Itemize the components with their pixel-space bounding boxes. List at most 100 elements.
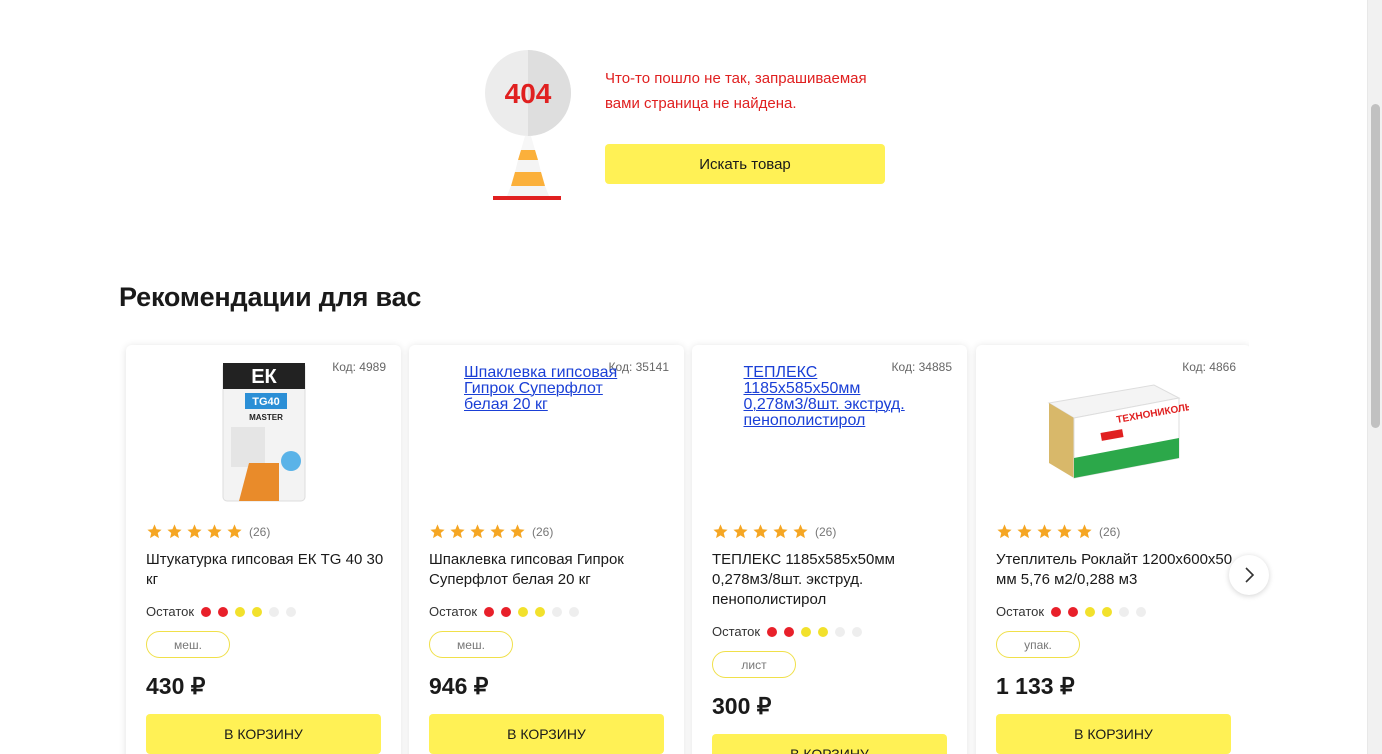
stock-indicator: Остаток [429,604,580,619]
rating-stars: (26) [996,523,1120,540]
error-code: 404 [505,78,552,109]
star-icon [187,524,202,539]
product-card[interactable]: Код: 35141 Шпаклевка гипсовая Гипрок Суп… [409,345,684,754]
star-icon [490,524,505,539]
star-icon [1017,524,1032,539]
unit-selector[interactable]: меш. [146,631,230,658]
star-icon [510,524,525,539]
stock-dot [1136,606,1147,617]
product-name[interactable]: Штукатурка гипсовая ЕК TG 40 30 кг [146,550,386,590]
stock-dot [552,606,563,617]
insulation-pack-image: ТЕХНОНИКОЛЬ [1047,384,1189,479]
add-to-cart-button[interactable]: В КОРЗИНУ [429,714,664,754]
product-card[interactable]: Код: 4989 ЕК TG40 MASTER (26) Штукатурка… [126,345,401,754]
star-icon [1037,524,1052,539]
star-icon [753,524,768,539]
page-scrollbar[interactable] [1367,0,1382,754]
star-icon [227,524,242,539]
stock-dot [501,606,512,617]
stock-label: Остаток [146,604,195,619]
chevron-right-icon [1245,567,1255,583]
star-icon [773,524,788,539]
product-price: 430 ₽ [146,673,206,699]
rating-count: (26) [1099,524,1121,539]
product-price: 946 ₽ [429,673,489,699]
product-image[interactable]: ЕК TG40 MASTER [146,363,381,505]
star-icon [430,524,445,539]
svg-text:ЕК: ЕК [251,366,277,388]
star-icon [997,524,1012,539]
carousel-next-button[interactable] [1229,555,1269,595]
rating-count: (26) [249,524,271,539]
star-icon [713,524,728,539]
product-image-alt[interactable]: Шпаклевка гипсовая Гипрок Суперфлот бела… [464,363,629,413]
stock-dot [484,606,495,617]
recommendations-title: Рекомендации для вас [119,282,422,312]
product-image[interactable]: Шпаклевка гипсовая Гипрок Суперфлот бела… [429,363,664,505]
stock-dot [1119,606,1130,617]
product-price: 300 ₽ [712,693,772,719]
stock-dot [569,606,580,617]
star-icon [1077,524,1092,539]
star-icon [733,524,748,539]
star-icon [793,524,808,539]
rating-stars: (26) [429,523,553,540]
stock-dot [1051,606,1062,617]
search-product-button[interactable]: Искать товар [605,144,885,184]
plaster-bag-image: ЕК TG40 MASTER [222,363,305,502]
stock-dot [252,606,263,617]
rating-count: (26) [532,524,554,539]
error-message: Что-то пошло не так, запрашиваемая вами … [605,70,867,112]
stock-label: Остаток [996,604,1045,619]
stock-dot [818,626,829,637]
stock-dot [801,626,812,637]
product-name[interactable]: ТЕПЛЕКС 1185x585x50мм 0,278м3/8шт. экстр… [712,550,952,610]
stock-dot [1068,606,1079,617]
svg-text:TG40: TG40 [252,396,280,408]
stock-indicator: Остаток [146,604,297,619]
stock-dot [1085,606,1096,617]
stock-dot [269,606,280,617]
star-icon [1057,524,1072,539]
stock-label: Остаток [712,624,761,639]
stock-dot [784,626,795,637]
stock-dot [286,606,297,617]
error-404-block: 404 Что-то пошло не так, запрашиваемая в… [485,50,905,210]
product-name[interactable]: Шпаклевка гипсовая Гипрок Суперфлот бела… [429,550,669,590]
stock-dot [235,606,246,617]
rating-count: (26) [815,524,837,539]
unit-selector[interactable]: меш. [429,631,513,658]
stock-dot [201,606,212,617]
stock-indicator: Остаток [712,624,863,639]
unit-selector[interactable]: лист [712,651,796,678]
svg-text:MASTER: MASTER [249,413,283,422]
star-icon [167,524,182,539]
traffic-cone-404-icon: 404 [485,50,571,202]
add-to-cart-button[interactable]: В КОРЗИНУ [146,714,381,754]
recommendations-carousel: Код: 4989 ЕК TG40 MASTER (26) Штукатурка… [119,339,1249,754]
add-to-cart-button[interactable]: В КОРЗИНУ [712,734,947,754]
stock-dot [835,626,846,637]
unit-selector[interactable]: упак. [996,631,1080,658]
stock-dot [852,626,863,637]
star-icon [207,524,222,539]
rating-stars: (26) [146,523,270,540]
scrollbar-thumb[interactable] [1371,104,1380,428]
product-image[interactable]: ТЕПЛЕКС 1185x585x50мм 0,278м3/8шт. экстр… [712,363,947,505]
star-icon [450,524,465,539]
star-icon [147,524,162,539]
product-price: 1 133 ₽ [996,673,1075,699]
add-to-cart-button[interactable]: В КОРЗИНУ [996,714,1231,754]
product-name[interactable]: Утеплитель Роклайт 1200x600x50 мм 5,76 м… [996,550,1236,590]
stock-label: Остаток [429,604,478,619]
stock-dot [1102,606,1113,617]
stock-dot [535,606,546,617]
stock-dot [518,606,529,617]
product-image-alt[interactable]: ТЕПЛЕКС 1185x585x50мм 0,278м3/8шт. экстр… [744,363,916,429]
star-icon [470,524,485,539]
product-card[interactable]: Код: 34885 ТЕПЛЕКС 1185x585x50мм 0,278м3… [692,345,967,754]
product-card[interactable]: Код: 4866 ТЕХНОНИКОЛЬ (26) Утеплитель Ро… [976,345,1249,754]
product-image[interactable]: ТЕХНОНИКОЛЬ [996,363,1231,505]
stock-dot [767,626,778,637]
rating-stars: (26) [712,523,836,540]
